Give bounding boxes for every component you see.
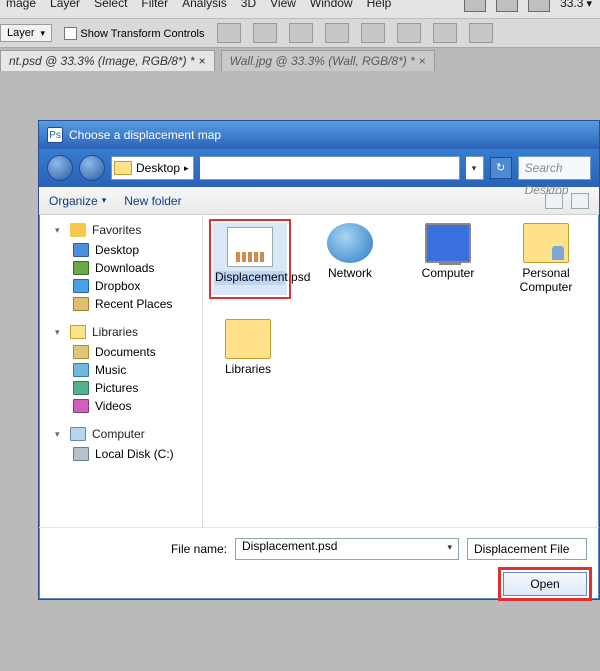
dialog-title: Choose a displacement map: [69, 128, 221, 142]
open-button[interactable]: Open: [503, 572, 587, 596]
downloads-icon: [73, 261, 89, 275]
organize-menu[interactable]: Organize ▾: [49, 194, 106, 208]
folder-icon: [114, 161, 132, 175]
new-folder-button[interactable]: New folder: [124, 194, 181, 208]
menu-help[interactable]: Help: [367, 0, 392, 10]
sidebar-computer[interactable]: ▾Computer: [39, 425, 202, 445]
back-button[interactable]: [47, 155, 73, 181]
sidebar-libraries[interactable]: ▾Libraries: [39, 323, 202, 343]
zoom-readout[interactable]: 33.3 ▾: [560, 0, 592, 10]
sidebar-item-downloads[interactable]: Downloads: [39, 259, 202, 277]
auto-select-dropdown[interactable]: Layer: [0, 24, 52, 42]
ps-toggle-3-icon[interactable]: [528, 0, 550, 12]
align-icon[interactable]: [217, 23, 241, 43]
pictures-icon: [73, 381, 89, 395]
ps-menubar: mage Layer Select Filter Analysis 3D Vie…: [0, 0, 600, 18]
sidebar-item-localdisk[interactable]: Local Disk (C:): [39, 445, 202, 463]
tab-wall[interactable]: Wall.jpg @ 33.3% (Wall, RGB/8*) *×: [221, 50, 435, 71]
sidebar-item-recent[interactable]: Recent Places: [39, 295, 202, 313]
chevron-down-icon[interactable]: ▾: [466, 156, 484, 180]
network-icon: [327, 223, 373, 263]
menu-filter[interactable]: Filter: [141, 0, 168, 10]
ps-toggle-1-icon[interactable]: [464, 0, 486, 12]
sidebar-favorites[interactable]: ▾Favorites: [39, 221, 202, 241]
menu-analysis[interactable]: Analysis: [182, 0, 227, 10]
show-transform-checkbox[interactable]: Show Transform Controls: [64, 26, 204, 40]
file-libraries[interactable]: Libraries: [213, 319, 283, 377]
computer-icon: [425, 223, 471, 263]
search-input[interactable]: Search Desktop: [518, 156, 591, 180]
file-personal-computer[interactable]: Personal Computer: [511, 223, 581, 295]
desktop-icon: [73, 243, 89, 257]
file-computer[interactable]: Computer: [413, 223, 483, 295]
dropbox-icon: [73, 279, 89, 293]
tab-displacement[interactable]: nt.psd @ 33.3% (Image, RGB/8*) *×: [0, 50, 215, 71]
refresh-button[interactable]: ↻: [490, 157, 512, 179]
sidebar-item-music[interactable]: Music: [39, 361, 202, 379]
file-open-dialog: Ps Choose a displacement map Desktop ▸ ▾…: [38, 120, 600, 600]
dialog-titlebar[interactable]: Ps Choose a displacement map: [39, 121, 599, 149]
file-name-input[interactable]: Displacement.psd: [235, 538, 459, 560]
breadcrumb-path[interactable]: [200, 156, 460, 180]
menu-layer[interactable]: Layer: [50, 0, 80, 10]
distribute-icon[interactable]: [397, 23, 421, 43]
file-displacement-psd[interactable]: Displacement.psd: [213, 223, 287, 295]
computer-icon: [70, 427, 86, 441]
dialog-navbar: Desktop ▸ ▾ ↻ Search Desktop: [39, 149, 599, 187]
sidebar-item-desktop[interactable]: Desktop: [39, 241, 202, 259]
close-icon[interactable]: ×: [419, 54, 426, 68]
documents-icon: [73, 345, 89, 359]
videos-icon: [73, 399, 89, 413]
ps-document-tabs: nt.psd @ 33.3% (Image, RGB/8*) *× Wall.j…: [0, 48, 600, 71]
libraries-icon: [70, 325, 86, 339]
file-pane[interactable]: Displacement.psd Network Computer Person…: [203, 215, 599, 527]
dialog-sidebar: ▾Favorites Desktop Downloads Dropbox Rec…: [39, 215, 203, 527]
menu-view[interactable]: View: [270, 0, 296, 10]
personal-folder-icon: [523, 223, 569, 263]
libraries-icon: [225, 319, 271, 359]
psd-file-icon: [227, 227, 273, 267]
menu-window[interactable]: Window: [310, 0, 353, 10]
sidebar-item-documents[interactable]: Documents: [39, 343, 202, 361]
sidebar-item-videos[interactable]: Videos: [39, 397, 202, 415]
distribute-icon[interactable]: [433, 23, 457, 43]
file-network[interactable]: Network: [315, 223, 385, 295]
distribute-icon[interactable]: [361, 23, 385, 43]
disk-icon: [73, 447, 89, 461]
star-icon: [70, 223, 86, 237]
menu-select[interactable]: Select: [94, 0, 127, 10]
align-icon[interactable]: [253, 23, 277, 43]
recent-icon: [73, 297, 89, 311]
menu-image[interactable]: mage: [6, 0, 36, 10]
ps-toggle-2-icon[interactable]: [496, 0, 518, 12]
align-icon[interactable]: [325, 23, 349, 43]
file-name-label: File name:: [169, 542, 227, 556]
chevron-right-icon[interactable]: ▸: [184, 163, 189, 174]
align-icon[interactable]: [289, 23, 313, 43]
help-icon[interactable]: [571, 193, 589, 209]
dialog-bottom: File name: Displacement.psd Displacement…: [39, 527, 599, 604]
sidebar-item-dropbox[interactable]: Dropbox: [39, 277, 202, 295]
view-mode-icon[interactable]: [545, 193, 563, 209]
music-icon: [73, 363, 89, 377]
distribute-icon[interactable]: [469, 23, 493, 43]
menu-3d[interactable]: 3D: [241, 0, 256, 10]
app-icon: Ps: [47, 127, 63, 143]
sidebar-item-pictures[interactable]: Pictures: [39, 379, 202, 397]
dialog-toolbar: Organize ▾ New folder: [39, 187, 599, 215]
breadcrumb[interactable]: Desktop ▸: [111, 156, 194, 180]
close-icon[interactable]: ×: [199, 54, 206, 68]
ps-options-bar: Layer Show Transform Controls: [0, 18, 600, 48]
forward-button[interactable]: [79, 155, 105, 181]
file-type-select[interactable]: Displacement File: [467, 538, 587, 560]
